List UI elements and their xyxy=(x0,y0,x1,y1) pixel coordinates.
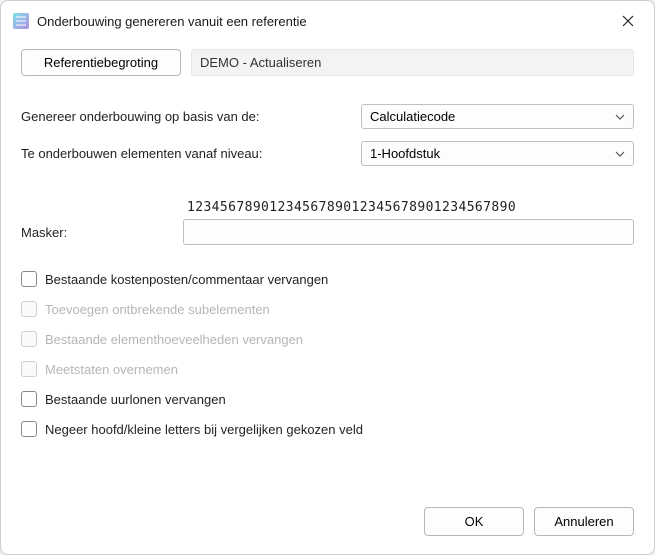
check-replace-wages[interactable]: Bestaande uurlonen vervangen xyxy=(21,391,634,407)
reference-value-display: DEMO - Actualiseren xyxy=(191,49,634,76)
column-ruler: 1234567890123456789012345678901234567890 xyxy=(183,200,516,215)
chevron-down-icon xyxy=(615,114,625,120)
check-label: Bestaande kostenposten/commentaar vervan… xyxy=(45,272,328,287)
level-label: Te onderbouwen elementen vanaf niveau: xyxy=(21,146,351,161)
check-label: Negeer hoofd/kleine letters bij vergelij… xyxy=(45,422,363,437)
check-label: Bestaande uurlonen vervangen xyxy=(45,392,226,407)
dialog-window: Onderbouwing genereren vanuit een refere… xyxy=(0,0,655,555)
app-icon xyxy=(13,13,29,29)
basis-row: Genereer onderbouwing op basis van de: C… xyxy=(21,104,634,129)
level-select[interactable]: 1-Hoofdstuk xyxy=(361,141,634,166)
checkbox-group: Bestaande kostenposten/commentaar vervan… xyxy=(21,271,634,437)
ok-button[interactable]: OK xyxy=(424,507,524,536)
masker-label: Masker: xyxy=(21,225,183,240)
check-replace-costs[interactable]: Bestaande kostenposten/commentaar vervan… xyxy=(21,271,634,287)
chevron-down-icon xyxy=(615,151,625,157)
reference-row: Referentiebegroting DEMO - Actualiseren xyxy=(21,49,634,76)
check-label: Meetstaten overnemen xyxy=(45,362,178,377)
dialog-footer: OK Annuleren xyxy=(1,491,654,554)
dialog-title: Onderbouwing genereren vanuit een refere… xyxy=(37,14,606,29)
check-label: Bestaande elementhoeveelheden vervangen xyxy=(45,332,303,347)
checkbox-icon xyxy=(21,301,37,317)
checkbox-icon xyxy=(21,421,37,437)
masker-input[interactable] xyxy=(183,219,634,245)
basis-select[interactable]: Calculatiecode xyxy=(361,104,634,129)
check-take-measurements: Meetstaten overnemen xyxy=(21,361,634,377)
reference-budget-button[interactable]: Referentiebegroting xyxy=(21,49,181,76)
close-button[interactable] xyxy=(614,9,642,33)
checkbox-icon xyxy=(21,361,37,377)
basis-select-value: Calculatiecode xyxy=(370,109,455,124)
check-label: Toevoegen ontbrekende subelementen xyxy=(45,302,270,317)
checkbox-icon xyxy=(21,391,37,407)
checkbox-icon xyxy=(21,331,37,347)
check-add-subelements: Toevoegen ontbrekende subelementen xyxy=(21,301,634,317)
ruler-row: 1234567890123456789012345678901234567890 xyxy=(21,200,634,215)
masker-row: Masker: xyxy=(21,219,634,245)
level-select-value: 1-Hoofdstuk xyxy=(370,146,440,161)
check-replace-quantities: Bestaande elementhoeveelheden vervangen xyxy=(21,331,634,347)
titlebar: Onderbouwing genereren vanuit een refere… xyxy=(1,1,654,39)
dialog-content: Referentiebegroting DEMO - Actualiseren … xyxy=(1,39,654,491)
checkbox-icon xyxy=(21,271,37,287)
cancel-button[interactable]: Annuleren xyxy=(534,507,634,536)
close-icon xyxy=(622,15,634,27)
level-row: Te onderbouwen elementen vanaf niveau: 1… xyxy=(21,141,634,166)
basis-label: Genereer onderbouwing op basis van de: xyxy=(21,109,351,124)
check-ignore-case[interactable]: Negeer hoofd/kleine letters bij vergelij… xyxy=(21,421,634,437)
